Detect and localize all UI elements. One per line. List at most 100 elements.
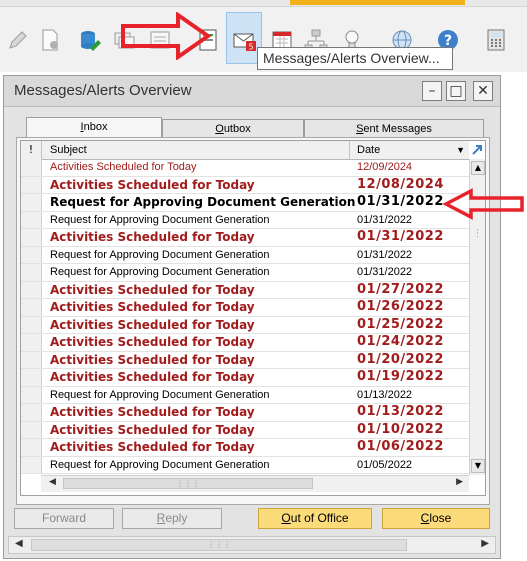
document-settings-icon[interactable] [38, 28, 62, 52]
window-titlebar[interactable]: Messages/Alerts Overview – □ ✕ [4, 76, 500, 107]
window-horizontal-scrollbar[interactable]: ◀ ⋮⋮⋮ ▶ [8, 536, 496, 554]
row-subject: Request for Approving Document Generatio… [50, 388, 270, 401]
scroll-left-icon[interactable]: ◀ [49, 477, 56, 487]
row-date: 01/31/2022 [357, 194, 444, 209]
row-header-cell[interactable] [21, 439, 42, 456]
tab-outbox-mnemonic: O [215, 123, 224, 135]
row-date: 01/31/2022 [357, 213, 413, 226]
row-header-cell[interactable] [21, 159, 42, 176]
horizontal-scroll-thumb[interactable]: ⋮⋮⋮ [63, 478, 313, 489]
row-subject: Activities Scheduled for Today [50, 230, 255, 244]
row-header-cell[interactable] [21, 246, 42, 263]
tab-sent-messages[interactable]: Sent Messages [304, 119, 484, 138]
out-of-office-button[interactable]: Out of Office [258, 508, 372, 529]
table-row[interactable]: Request for Approving Document Generatio… [21, 246, 469, 264]
messages-alerts-icon: 5 [233, 29, 257, 53]
table-row[interactable]: Activities Scheduled for Today 01/06/2022 [21, 439, 469, 457]
out-of-office-mnemonic: O [281, 511, 291, 525]
row-subject: Request for Approving Document Generatio… [50, 213, 270, 226]
scroll-up-icon[interactable]: ▲ [471, 161, 485, 175]
row-date: 01/20/2022 [357, 351, 444, 367]
close-icon: ✕ [477, 83, 489, 99]
table-row[interactable]: Activities Scheduled for Today 01/24/2022 [21, 334, 469, 352]
row-date: 01/13/2022 [357, 388, 413, 401]
row-date: 01/31/2022 [357, 229, 444, 244]
forward-button[interactable]: Forward [14, 508, 114, 529]
annotation-arrow-right [121, 12, 212, 60]
sort-descending-icon: ▼ [456, 145, 465, 155]
window-scroll-thumb[interactable]: ⋮⋮⋮ [31, 539, 407, 551]
row-subject: Activities Scheduled for Today [50, 300, 255, 314]
maximize-button[interactable]: □ [446, 81, 466, 101]
table-row[interactable]: Activities Scheduled for Today 01/10/2022 [21, 421, 469, 439]
pencil-icon[interactable] [6, 28, 30, 52]
tab-outbox-label: utbox [223, 123, 251, 135]
row-subject: Activities Scheduled for Today [50, 161, 197, 173]
col-date-header[interactable]: Date ▼ [351, 141, 469, 159]
table-row[interactable]: Activities Scheduled for Today 01/27/2022 [21, 281, 469, 299]
table-row[interactable]: Activities Scheduled for Today 01/20/2022 [21, 351, 469, 369]
close-window-button[interactable]: ✕ [473, 81, 493, 101]
row-header-cell[interactable] [21, 264, 42, 281]
reply-button[interactable]: Reply [122, 508, 222, 529]
row-date: 01/13/2022 [357, 404, 444, 419]
scroll-grip-icon[interactable]: ⋮⋮ [473, 229, 485, 239]
scroll-right-icon[interactable]: ▶ [456, 477, 463, 487]
row-date: 01/26/2022 [357, 299, 444, 314]
table-row[interactable]: Request for Approving Document Generatio… [21, 456, 469, 474]
messages-alerts-tooltip: Messages/Alerts Overview... [257, 47, 453, 70]
row-header-cell[interactable] [21, 299, 42, 316]
row-header-cell[interactable] [21, 316, 42, 333]
table-row[interactable]: Request for Approving Document Generatio… [21, 264, 469, 282]
row-header-cell[interactable] [21, 194, 42, 211]
row-header-cell[interactable] [21, 369, 42, 386]
table-row[interactable]: Request for Approving Document Generatio… [21, 194, 469, 212]
col-subject-header[interactable]: Subject [42, 141, 350, 159]
horizontal-scrollbar[interactable]: ◀ ⋮⋮⋮ ▶ [41, 475, 469, 492]
tab-outbox[interactable]: Outbox [162, 119, 304, 138]
row-header-cell[interactable] [21, 281, 42, 298]
scroll-down-icon[interactable]: ▼ [471, 459, 485, 473]
grid-rows: Activities Scheduled for Today 12/09/2024… [21, 159, 469, 474]
tab-inbox[interactable]: Inbox [26, 117, 162, 139]
row-header-cell[interactable] [21, 211, 42, 228]
table-row[interactable]: Activities Scheduled for Today 01/31/2022 [21, 229, 469, 247]
col-flag-header[interactable]: ! [21, 141, 42, 159]
row-header-cell[interactable] [21, 456, 42, 473]
table-row[interactable]: Activities Scheduled for Today 12/09/2024 [21, 159, 469, 177]
row-date: 12/08/2024 [357, 176, 444, 192]
forward-label: Forward [41, 511, 86, 525]
row-subject: Request for Approving Document Generatio… [50, 248, 270, 261]
table-row[interactable]: Activities Scheduled for Today 12/08/2024 [21, 176, 469, 194]
col-date-label: Date [357, 144, 381, 156]
table-row[interactable]: Request for Approving Document Generatio… [21, 211, 469, 229]
table-row[interactable]: Activities Scheduled for Today 01/26/2022 [21, 299, 469, 317]
row-header-cell[interactable] [21, 421, 42, 438]
table-row[interactable]: Activities Scheduled for Today 01/25/2022 [21, 316, 469, 334]
row-header-cell[interactable] [21, 176, 42, 193]
table-row[interactable]: Request for Approving Document Generatio… [21, 386, 469, 404]
row-header-cell[interactable] [21, 334, 42, 351]
calculator-icon[interactable] [484, 28, 508, 52]
table-row[interactable]: Activities Scheduled for Today 01/13/2022 [21, 404, 469, 422]
row-date: 01/05/2022 [357, 458, 413, 471]
window-scroll-right-icon[interactable]: ▶ [481, 538, 489, 549]
row-date: 01/31/2022 [357, 248, 413, 261]
row-date: 01/19/2022 [357, 369, 444, 384]
window-scroll-left-icon[interactable]: ◀ [15, 538, 23, 549]
minimize-button[interactable]: – [422, 81, 442, 101]
close-button[interactable]: Close [382, 508, 490, 529]
row-header-cell[interactable] [21, 229, 42, 246]
row-header-cell[interactable] [21, 404, 42, 421]
row-subject: Activities Scheduled for Today [50, 335, 255, 349]
row-header-cell[interactable] [21, 351, 42, 368]
row-date: 12/09/2024 [357, 161, 413, 173]
row-subject: Request for Approving Document Generatio… [50, 195, 356, 209]
row-subject: Activities Scheduled for Today [50, 282, 255, 297]
row-subject: Request for Approving Document Generatio… [50, 458, 270, 471]
table-row[interactable]: Activities Scheduled for Today 01/19/2022 [21, 369, 469, 387]
database-edit-icon[interactable] [78, 28, 102, 52]
toolbar-accent-strip [290, 0, 465, 5]
expand-icon[interactable] [469, 141, 485, 159]
row-header-cell[interactable] [21, 386, 42, 403]
